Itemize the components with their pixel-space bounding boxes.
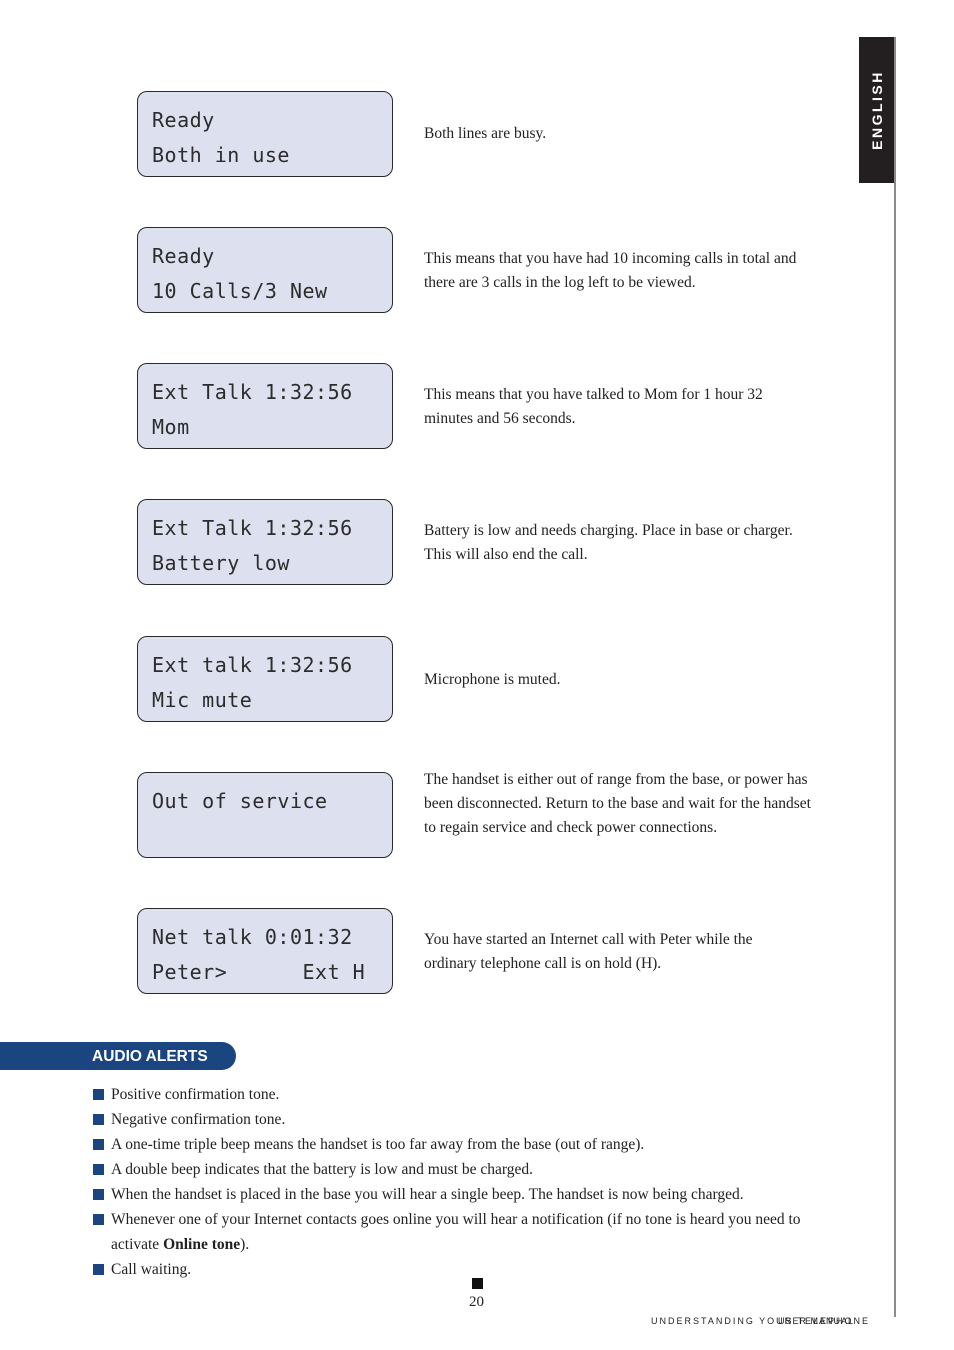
display-description: This means that you have talked to Mom f… xyxy=(424,386,763,427)
bullet-square-icon xyxy=(93,1214,104,1225)
alert-item: Positive confirmation tone. xyxy=(93,1082,833,1107)
alert-text: A double beep indicates that the battery… xyxy=(111,1161,533,1178)
lcd-line1: Ext Talk 1:32:56 xyxy=(152,516,353,540)
alert-item: Negative confirmation tone. xyxy=(93,1107,833,1132)
audio-alerts-list: Positive confirmation tone. Negative conf… xyxy=(93,1082,833,1282)
lcd-line1: Out of service xyxy=(152,789,328,813)
bullet-square-icon xyxy=(93,1139,104,1150)
lcd-line2: Mom xyxy=(152,415,190,439)
lcd-line1: Ext Talk 1:32:56 xyxy=(152,380,353,404)
alert-text: Positive confirmation tone. xyxy=(111,1086,280,1103)
page-marker-icon xyxy=(472,1278,483,1289)
lcd-line2: Mic mute xyxy=(152,688,253,712)
lcd-line2: Both in use xyxy=(152,143,290,167)
display-description: This means that you have had 10 incoming… xyxy=(424,250,797,291)
alert-text-bold: Online tone xyxy=(163,1236,241,1253)
alert-item: Call waiting. xyxy=(93,1257,833,1282)
lcd-display: Net talk 0:01:32 Peter> Ext H xyxy=(137,908,393,994)
display-description: Both lines are busy. xyxy=(424,125,547,142)
alert-item: A double beep indicates that the battery… xyxy=(93,1157,833,1182)
bullet-square-icon xyxy=(93,1264,104,1275)
bullet-square-icon xyxy=(93,1189,104,1200)
lcd-display: Ext Talk 1:32:56 Mom xyxy=(137,363,393,449)
lcd-line1: Ready xyxy=(152,244,215,268)
bullet-square-icon xyxy=(93,1089,104,1100)
bullet-square-icon xyxy=(93,1114,104,1125)
alert-text: Negative confirmation tone. xyxy=(111,1111,286,1128)
display-description: You have started an Internet call with P… xyxy=(424,931,753,972)
display-description: The handset is either out of range from … xyxy=(424,771,811,836)
lcd-display: Out of service xyxy=(137,772,393,858)
lcd-display: Ready Both in use xyxy=(137,91,393,177)
alert-item: Whenever one of your Internet contacts g… xyxy=(93,1207,833,1257)
language-tab-label: ENGLISH xyxy=(869,70,885,150)
alert-text: A one-time triple beep means the handset… xyxy=(111,1136,645,1153)
lcd-line2: 10 Calls/3 New xyxy=(152,279,328,303)
alert-text: Call waiting. xyxy=(111,1261,192,1278)
alert-item: When the handset is placed in the base y… xyxy=(93,1182,833,1207)
lcd-line2: Battery low xyxy=(152,551,290,575)
footer-manual-text: USER MANUAL xyxy=(778,1316,855,1326)
alert-text: When the handset is placed in the base y… xyxy=(111,1186,744,1203)
page-number: 20 xyxy=(469,1294,484,1310)
bullet-square-icon xyxy=(93,1164,104,1175)
lcd-display: Ext talk 1:32:56 Mic mute xyxy=(137,636,393,722)
lcd-line2: Peter> Ext H xyxy=(152,960,366,984)
lcd-line1: Ready xyxy=(152,108,215,132)
display-description: Microphone is muted. xyxy=(424,671,561,688)
section-title: AUDIO ALERTS xyxy=(92,1048,208,1065)
lcd-line1: Net talk 0:01:32 xyxy=(152,925,353,949)
alert-text-after: ). xyxy=(240,1236,250,1253)
page-margin-rule xyxy=(894,37,896,1317)
lcd-display: Ready 10 Calls/3 New xyxy=(137,227,393,313)
lcd-line1: Ext talk 1:32:56 xyxy=(152,653,353,677)
display-description: Battery is low and needs charging. Place… xyxy=(424,522,793,563)
lcd-display: Ext Talk 1:32:56 Battery low xyxy=(137,499,393,585)
alert-item: A one-time triple beep means the handset… xyxy=(93,1132,833,1157)
